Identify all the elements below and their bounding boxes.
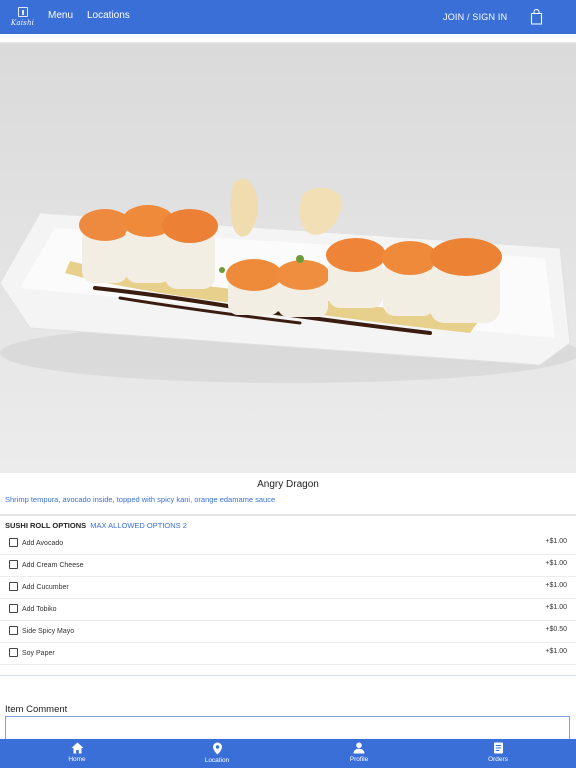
options-header-label: SUSHI ROLL OPTIONS bbox=[5, 521, 87, 530]
tab-location-label: Location bbox=[204, 757, 230, 764]
item-description: Shrimp tempura, avocado inside, topped w… bbox=[5, 495, 276, 504]
option-price: +$1.00 bbox=[545, 582, 567, 589]
option-price: +$1.00 bbox=[545, 560, 567, 567]
option-checkbox[interactable] bbox=[9, 538, 18, 547]
item-comment-label: Item Comment bbox=[5, 704, 68, 715]
option-checkbox[interactable] bbox=[9, 648, 18, 657]
option-row[interactable]: Side Spicy Mayo +$0.50 bbox=[0, 620, 576, 643]
option-checkbox[interactable] bbox=[9, 626, 18, 635]
shopping-bag-icon[interactable] bbox=[530, 9, 543, 25]
kaishi-logo[interactable]: Kaishi bbox=[9, 7, 36, 27]
item-title: Angry Dragon bbox=[257, 479, 319, 490]
option-name: Side Spicy Mayo bbox=[22, 628, 75, 635]
option-name: Soy Paper bbox=[22, 650, 55, 657]
option-price: +$1.00 bbox=[545, 648, 567, 655]
option-row[interactable]: Add Cream Cheese +$1.00 bbox=[0, 554, 576, 577]
option-row[interactable]: Add Avocado +$1.00 bbox=[0, 532, 576, 555]
sushi-roll-illustration bbox=[0, 178, 576, 383]
location-pin-icon bbox=[212, 742, 222, 755]
bottom-nav-bar: Home Location Profile Orders bbox=[0, 739, 576, 768]
logo-mark-icon bbox=[17, 7, 28, 17]
profile-icon bbox=[353, 742, 365, 754]
item-comment-input[interactable] bbox=[5, 716, 570, 740]
option-checkbox[interactable] bbox=[9, 560, 18, 569]
option-name: Add Tobiko bbox=[22, 606, 57, 613]
home-icon bbox=[71, 742, 83, 754]
tab-location[interactable]: Location bbox=[187, 739, 247, 768]
option-checkbox[interactable] bbox=[9, 582, 18, 591]
section-divider bbox=[0, 675, 576, 676]
join-signin-link[interactable]: JOIN / SIGN IN bbox=[443, 12, 507, 22]
tab-home[interactable]: Home bbox=[47, 739, 107, 768]
option-price: +$1.00 bbox=[545, 604, 567, 611]
section-divider bbox=[0, 514, 576, 516]
top-nav-bar: Kaishi Menu Locations JOIN / SIGN IN bbox=[0, 0, 576, 34]
tab-profile[interactable]: Profile bbox=[329, 739, 389, 768]
option-checkbox[interactable] bbox=[9, 604, 18, 613]
tab-orders-label: Orders bbox=[488, 756, 508, 763]
tab-home-label: Home bbox=[68, 756, 86, 763]
nav-menu-link[interactable]: Menu bbox=[48, 10, 73, 21]
option-name: Add Avocado bbox=[22, 540, 64, 547]
option-price: +$0.50 bbox=[545, 626, 567, 633]
options-max-label: MAX ALLOWED OPTIONS 2 bbox=[90, 521, 187, 530]
option-row[interactable]: Add Tobiko +$1.00 bbox=[0, 598, 576, 621]
header-spacer bbox=[0, 34, 576, 43]
tab-orders[interactable]: Orders bbox=[468, 739, 528, 768]
logo-wordmark: Kaishi bbox=[10, 19, 35, 27]
option-row[interactable]: Add Cucumber +$1.00 bbox=[0, 576, 576, 599]
option-name: Add Cucumber bbox=[22, 584, 69, 591]
item-photo bbox=[0, 43, 576, 473]
tab-profile-label: Profile bbox=[349, 756, 369, 763]
nav-locations-link[interactable]: Locations bbox=[87, 10, 130, 21]
option-row[interactable]: Soy Paper +$1.00 bbox=[0, 642, 576, 665]
options-header: SUSHI ROLL OPTIONS MAX ALLOWED OPTIONS 2 bbox=[5, 521, 187, 530]
orders-icon bbox=[493, 742, 503, 754]
option-price: +$1.00 bbox=[545, 538, 567, 545]
option-name: Add Cream Cheese bbox=[22, 562, 84, 569]
